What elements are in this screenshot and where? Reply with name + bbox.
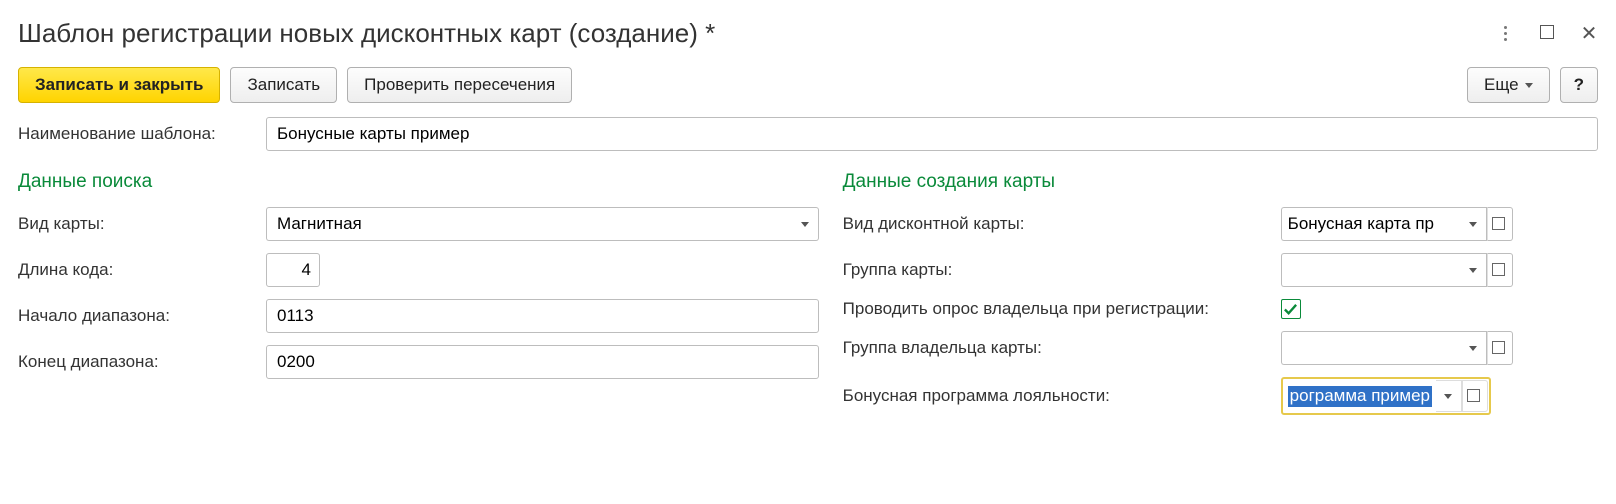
card-type-select[interactable]: [266, 207, 819, 241]
template-name-input[interactable]: [266, 117, 1598, 151]
section-creation-title: Данные создания карты: [843, 171, 1598, 193]
discount-card-type-dropdown-button[interactable]: [1461, 207, 1487, 241]
chevron-down-icon: [1525, 83, 1533, 88]
loyalty-program-select[interactable]: рограмма пример: [1281, 377, 1491, 415]
owner-group-dropdown-button[interactable]: [1461, 331, 1487, 365]
discount-card-type-select[interactable]: [1281, 207, 1513, 241]
loyalty-program-input[interactable]: рограмма пример: [1284, 380, 1436, 412]
open-icon: [1469, 391, 1480, 402]
chevron-down-icon: [1444, 394, 1452, 399]
save-button[interactable]: Записать: [230, 67, 337, 103]
template-name-label: Наименование шаблона:: [18, 124, 258, 144]
owner-group-label: Группа владельца карты:: [843, 338, 1273, 358]
survey-label: Проводить опрос владельца при регистраци…: [843, 299, 1273, 319]
card-group-dropdown-button[interactable]: [1461, 253, 1487, 287]
loyalty-program-open-button[interactable]: [1462, 380, 1488, 412]
more-button[interactable]: Еще: [1467, 67, 1550, 103]
check-icon: [1283, 302, 1298, 317]
range-end-input[interactable]: [266, 345, 819, 379]
chevron-down-icon: [1469, 346, 1477, 351]
maximize-icon[interactable]: [1538, 23, 1556, 44]
card-group-label: Группа карты:: [843, 260, 1273, 280]
survey-checkbox[interactable]: [1281, 299, 1301, 319]
range-end-label: Конец диапазона:: [18, 352, 258, 372]
loyalty-program-dropdown-button[interactable]: [1436, 380, 1462, 412]
more-button-label: Еще: [1484, 75, 1519, 95]
card-group-select[interactable]: [1281, 253, 1513, 287]
chevron-down-icon: [1469, 222, 1477, 227]
chevron-down-icon: [801, 222, 809, 227]
code-length-label: Длина кода:: [18, 260, 258, 280]
menu-dots-icon[interactable]: [1496, 26, 1514, 41]
window-title: Шаблон регистрации новых дисконтных карт…: [18, 18, 715, 49]
check-intersections-button[interactable]: Проверить пересечения: [347, 67, 572, 103]
owner-group-open-button[interactable]: [1487, 331, 1513, 365]
open-icon: [1494, 343, 1505, 354]
card-type-input[interactable]: [266, 207, 793, 241]
discount-card-type-open-button[interactable]: [1487, 207, 1513, 241]
help-button[interactable]: ?: [1560, 67, 1598, 103]
save-and-close-button[interactable]: Записать и закрыть: [18, 67, 220, 103]
owner-group-select[interactable]: [1281, 331, 1513, 365]
discount-card-type-input[interactable]: [1281, 207, 1461, 241]
owner-group-input[interactable]: [1281, 331, 1461, 365]
card-type-label: Вид карты:: [18, 214, 258, 234]
chevron-down-icon: [1469, 268, 1477, 273]
card-group-open-button[interactable]: [1487, 253, 1513, 287]
close-icon[interactable]: ✕: [1580, 27, 1598, 41]
range-start-input[interactable]: [266, 299, 819, 333]
card-type-dropdown-button[interactable]: [793, 207, 819, 241]
open-icon: [1494, 265, 1505, 276]
range-start-label: Начало диапазона:: [18, 306, 258, 326]
section-search-title: Данные поиска: [18, 171, 819, 193]
loyalty-program-value: рограмма пример: [1288, 386, 1432, 407]
open-icon: [1494, 219, 1505, 230]
code-length-input[interactable]: [266, 253, 320, 287]
loyalty-program-label: Бонусная программа лояльности:: [843, 386, 1273, 406]
card-group-input[interactable]: [1281, 253, 1461, 287]
discount-card-type-label: Вид дисконтной карты:: [843, 214, 1273, 234]
